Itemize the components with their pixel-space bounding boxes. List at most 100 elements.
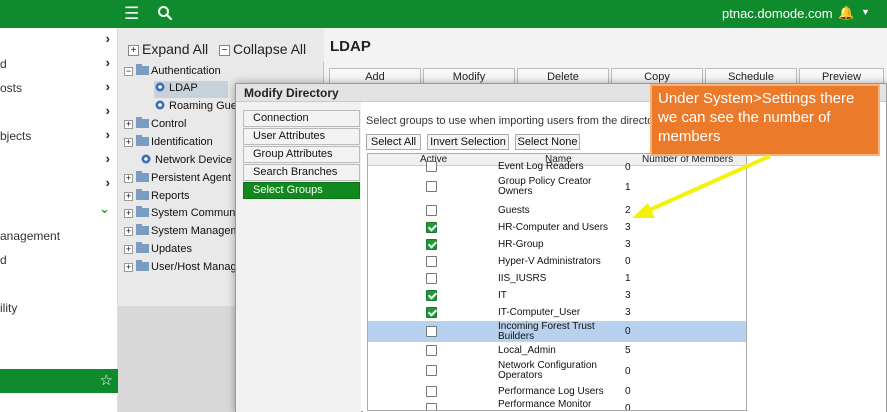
table-row[interactable]: IT 3	[368, 287, 746, 304]
table-row[interactable]: IIS_IUSRS 1	[368, 270, 746, 287]
folder-gear-icon	[136, 117, 149, 128]
expand-icon[interactable]: +	[124, 227, 133, 236]
tree-node-system-communication[interactable]: + System Communic	[124, 206, 243, 223]
page-title: LDAP	[330, 38, 371, 55]
tree-node-reports[interactable]: + Reports	[124, 189, 190, 206]
tree-node-user-host-management[interactable]: + User/Host Manage	[124, 260, 243, 277]
active-checkbox[interactable]	[426, 344, 437, 356]
active-checkbox[interactable]	[426, 204, 437, 216]
nav-user-attributes[interactable]: User Attributes	[243, 128, 360, 145]
search-icon[interactable]	[157, 5, 173, 21]
active-checkbox[interactable]	[426, 181, 437, 192]
sidebar-item[interactable]	[0, 274, 118, 296]
table-row[interactable]: Local_Admin 5	[368, 342, 746, 359]
group-name: Event Log Readers	[498, 161, 584, 172]
star-icon[interactable]: ☆	[100, 371, 113, 389]
sidebar-item[interactable]: ›	[0, 174, 118, 196]
sidebar-item[interactable]: ›	[0, 102, 118, 124]
member-count: 0	[625, 256, 631, 267]
select-none-button[interactable]: Select None	[515, 134, 580, 150]
active-checkbox[interactable]	[426, 221, 437, 233]
table-row[interactable]: HR-Computer and Users 3	[368, 219, 746, 236]
active-checkbox[interactable]	[426, 255, 437, 267]
expand-icon[interactable]: +	[124, 245, 133, 254]
chevron-right-icon: ›	[105, 151, 110, 166]
tree-node-identification[interactable]: + Identification	[124, 135, 213, 152]
expand-icon[interactable]: +	[124, 209, 133, 218]
sidebar-item[interactable]: d	[0, 250, 118, 272]
select-all-button[interactable]: Select All	[366, 134, 421, 150]
member-count: 0	[625, 386, 631, 397]
gear-icon	[155, 100, 165, 110]
chevron-down-icon: ⌄	[99, 201, 110, 216]
table-row[interactable]: Incoming Forest Trust Builders 0	[368, 321, 746, 342]
sidebar-item[interactable]: ›	[0, 150, 118, 172]
tree-node-network-device[interactable]: Network Device	[140, 153, 232, 170]
nav-select-groups[interactable]: Select Groups	[243, 182, 360, 199]
active-checkbox[interactable]	[426, 325, 437, 337]
folder-gear-icon	[136, 242, 149, 253]
tree-node-updates[interactable]: + Updates	[124, 242, 192, 259]
table-row[interactable]: Guests 2	[368, 202, 746, 219]
tree-node-ldap[interactable]: LDAP	[154, 81, 228, 98]
chevron-right-icon: ›	[105, 127, 110, 142]
sidebar-item[interactable]: d ›	[0, 54, 118, 76]
group-name: IIS_IUSRS	[498, 272, 547, 284]
nav-group-attributes[interactable]: Group Attributes	[243, 146, 360, 163]
tree-node-persistent-agent[interactable]: + Persistent Agent	[124, 171, 231, 188]
tree-toolbar: + Expand All − Collapse All	[118, 28, 324, 62]
active-checkbox[interactable]	[426, 402, 437, 410]
table-row[interactable]: Group Policy Creator Owners 1	[368, 172, 746, 202]
active-checkbox[interactable]	[426, 289, 437, 301]
active-checkbox[interactable]	[426, 161, 437, 172]
minus-icon: −	[219, 45, 230, 56]
table-row[interactable]: Network Configuration Operators 0	[368, 359, 746, 383]
group-name: Network Configuration Operators	[498, 360, 597, 381]
nav-search-branches[interactable]: Search Branches	[243, 164, 360, 181]
table-row[interactable]: Hyper-V Administrators 0	[368, 253, 746, 270]
expand-icon[interactable]: +	[124, 138, 133, 147]
collapse-icon[interactable]: −	[124, 67, 133, 76]
sidebar-item[interactable]: anagement	[0, 226, 118, 248]
active-checkbox[interactable]	[426, 238, 437, 250]
table-row[interactable]: Performance Monitor Users 0	[368, 400, 746, 410]
tree-node-system-management[interactable]: + System Managem	[124, 224, 240, 241]
group-name: IT	[498, 289, 507, 301]
active-checkbox[interactable]	[426, 272, 437, 284]
expand-icon[interactable]: +	[124, 174, 133, 183]
bell-icon[interactable]: 🔔	[838, 5, 854, 21]
tree-node-control[interactable]: + Control	[124, 117, 186, 134]
chevron-right-icon: ›	[105, 175, 110, 190]
sidebar-item[interactable]: ›	[0, 30, 118, 52]
expand-icon[interactable]: +	[124, 120, 133, 129]
group-name: HR-Computer and Users	[498, 221, 609, 233]
member-count: 0	[625, 326, 631, 337]
table-row[interactable]: Performance Log Users 0	[368, 383, 746, 400]
tree-node-authentication[interactable]: − Authentication	[124, 64, 221, 81]
sidebar-item[interactable]: osts ›	[0, 78, 118, 100]
sidebar-item[interactable]: ility	[0, 298, 118, 320]
expand-icon[interactable]: +	[124, 192, 133, 201]
collapse-all-button[interactable]: − Collapse All	[219, 41, 306, 57]
hamburger-icon[interactable]: ☰	[124, 4, 139, 24]
folder-gear-icon	[136, 135, 149, 146]
active-checkbox[interactable]	[426, 306, 437, 318]
sidebar-item[interactable]: ⌄	[0, 200, 118, 222]
chevron-right-icon: ›	[105, 31, 110, 46]
table-row[interactable]: IT-Computer_User 3	[368, 304, 746, 321]
expand-icon[interactable]: +	[124, 263, 133, 272]
hostname-label: ptnac.domode.com	[722, 6, 833, 21]
tree-node-roaming-guest[interactable]: Roaming Gues	[154, 99, 242, 116]
favorites-bar: ☆	[0, 369, 118, 393]
group-name: Local_Admin	[498, 344, 556, 356]
active-checkbox[interactable]	[426, 365, 437, 376]
nav-connection[interactable]: Connection	[243, 110, 360, 127]
invert-selection-button[interactable]: Invert Selection	[427, 134, 509, 150]
caret-down-icon[interactable]: ▼	[861, 7, 870, 17]
sidebar-item[interactable]: bjects ›	[0, 126, 118, 148]
table-row[interactable]: HR-Group 3	[368, 236, 746, 253]
folder-gear-icon	[136, 206, 149, 217]
member-count: 3	[625, 239, 631, 250]
active-checkbox[interactable]	[426, 385, 437, 397]
expand-all-button[interactable]: + Expand All	[128, 41, 208, 57]
